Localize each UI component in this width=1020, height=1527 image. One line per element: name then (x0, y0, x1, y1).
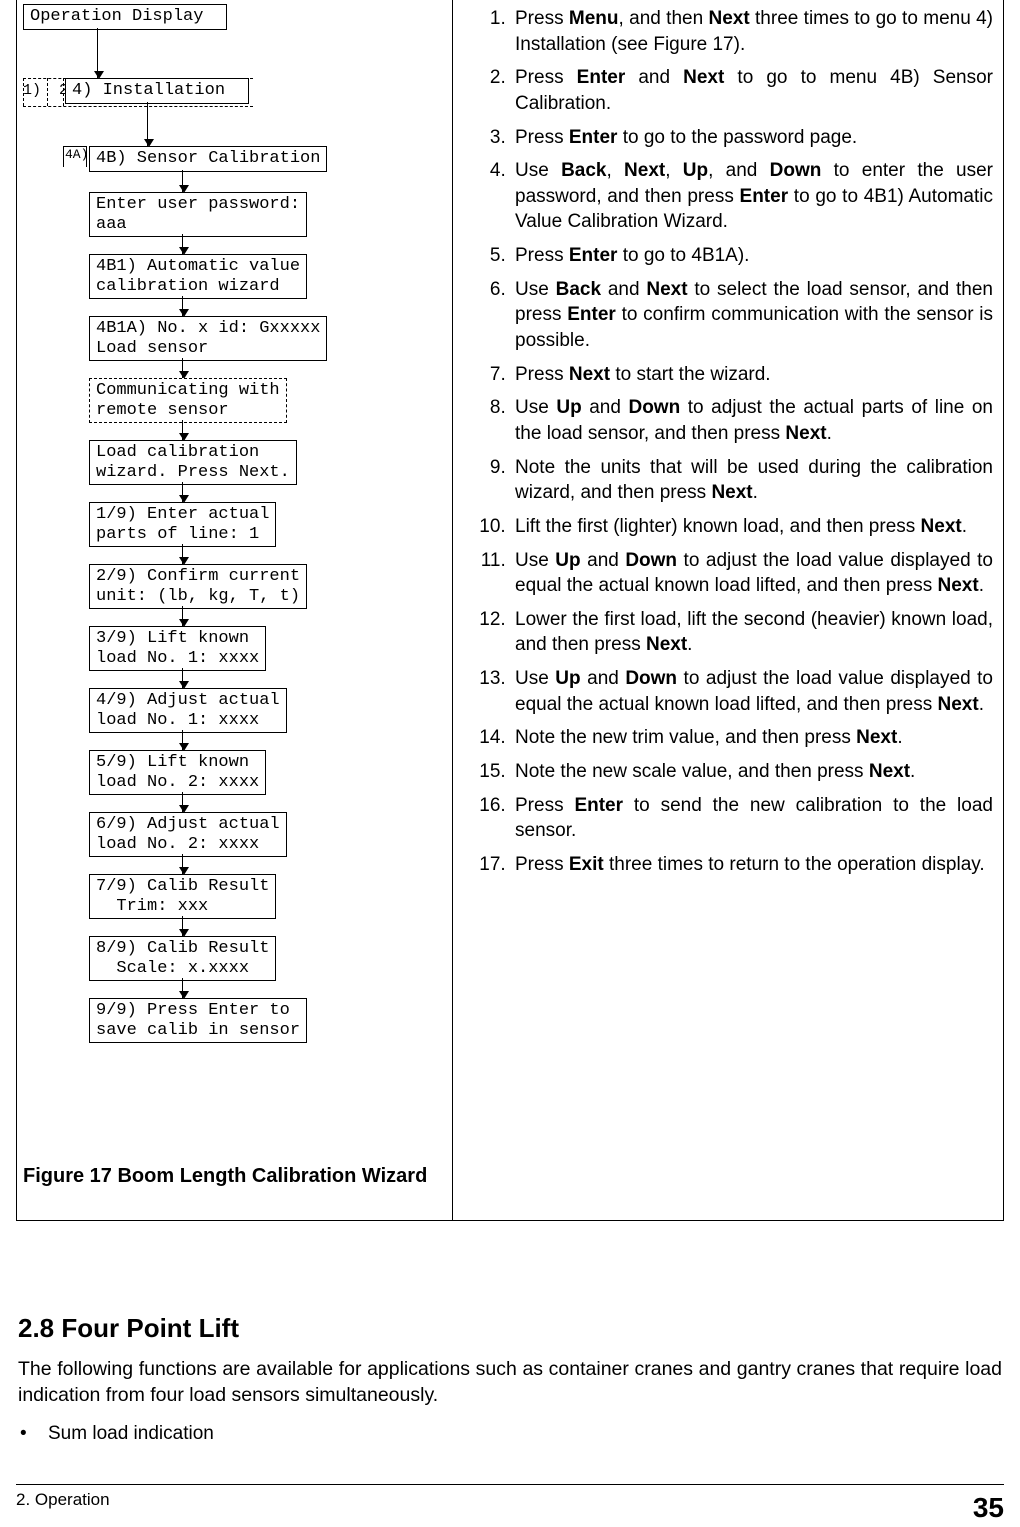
arrow-icon (182, 916, 183, 936)
page-number: 35 (973, 1489, 1004, 1527)
arrow-icon (97, 28, 98, 78)
instruction-step: Use Back and Next to select the load sen… (511, 277, 993, 354)
box-step7: 7/9) Calib Result Trim: xxx (89, 874, 276, 919)
figure-caption: Figure 17 Boom Length Calibration Wizard (23, 1163, 427, 1190)
box-operation-display: Operation Display (23, 4, 227, 30)
box-installation: 4) Installation (65, 78, 249, 104)
box-step9: 9/9) Press Enter to save calib in sensor (89, 998, 307, 1043)
arrow-icon (182, 978, 183, 998)
arrow-icon (147, 102, 148, 146)
instruction-step: Press Enter to go to 4B1A). (511, 243, 993, 269)
instruction-step: Press Enter and Next to go to menu 4B) S… (511, 65, 993, 116)
box-communicating: Communicating with remote sensor (89, 378, 287, 423)
flowchart-column: Operation Display 1) 2) 3) 4) Installati… (17, 0, 453, 1220)
arrow-icon (182, 358, 183, 378)
section-2-8: 2.8 Four Point Lift The following functi… (16, 1311, 1004, 1446)
instruction-step: Use Up and Down to adjust the load value… (511, 666, 993, 717)
arrow-icon (182, 170, 183, 192)
list-item: Sum load indication (18, 1421, 1002, 1447)
instruction-step: Press Menu, and then Next three times to… (511, 6, 993, 57)
instruction-step: Use Back, Next, Up, and Down to enter th… (511, 158, 993, 235)
instruction-step: Use Up and Down to adjust the actual par… (511, 395, 993, 446)
arrow-icon (182, 296, 183, 316)
arrow-icon (182, 420, 183, 440)
arrow-icon (182, 234, 183, 254)
bullet-list: Sum load indication (18, 1421, 1002, 1447)
instruction-step: Note the new scale value, and then press… (511, 759, 993, 785)
arrow-icon (182, 606, 183, 626)
box-load-wizard: Load calibration wizard. Press Next. (89, 440, 297, 485)
instruction-list: Press Menu, and then Next three times to… (471, 6, 993, 878)
box-enter-password: Enter user password: aaa (89, 192, 307, 237)
box-step5: 5/9) Lift known load No. 2: xxxx (89, 750, 266, 795)
instruction-step: Press Enter to go to the password page. (511, 125, 993, 151)
box-4b-sensor-calibration: 4B) Sensor Calibration (89, 146, 327, 172)
box-step8: 8/9) Calib Result Scale: x.xxxx (89, 936, 276, 981)
arrow-icon (182, 730, 183, 750)
section-paragraph: The following functions are available fo… (18, 1356, 1002, 1409)
box-step1: 1/9) Enter actual parts of line: 1 (89, 502, 276, 547)
box-step4: 4/9) Adjust actual load No. 1: xxxx (89, 688, 287, 733)
arrow-icon (182, 854, 183, 874)
instruction-step: Press Exit three times to return to the … (511, 852, 993, 878)
box-step3: 3/9) Lift known load No. 1: xxxx (89, 626, 266, 671)
instruction-step: Press Enter to send the new calibration … (511, 793, 993, 844)
instruction-step: Use Up and Down to adjust the load value… (511, 548, 993, 599)
instructions-column: Press Menu, and then Next three times to… (453, 0, 1003, 1220)
instruction-step: Lift the first (lighter) known load, and… (511, 514, 993, 540)
footer-left: 2. Operation (16, 1489, 110, 1527)
arrow-icon (182, 544, 183, 564)
instruction-step: Lower the first load, lift the second (h… (511, 607, 993, 658)
arrow-icon (182, 668, 183, 688)
arrow-icon (182, 482, 183, 502)
flowchart: Operation Display 1) 2) 3) 4) Installati… (17, 2, 452, 1122)
page-footer: 2. Operation 35 (16, 1484, 1004, 1527)
box-step6: 6/9) Adjust actual load No. 2: xxxx (89, 812, 287, 857)
two-column-container: Operation Display 1) 2) 3) 4) Installati… (16, 0, 1004, 1221)
arrow-icon (182, 792, 183, 812)
section-heading: 2.8 Four Point Lift (18, 1311, 1002, 1346)
instruction-step: Note the units that will be used during … (511, 455, 993, 506)
box-step2: 2/9) Confirm current unit: (lb, kg, T, t… (89, 564, 307, 609)
box-4b1: 4B1) Automatic value calibration wizard (89, 254, 307, 299)
instruction-step: Press Next to start the wizard. (511, 362, 993, 388)
instruction-step: Note the new trim value, and then press … (511, 725, 993, 751)
box-4b1a: 4B1A) No. x id: Gxxxxx Load sensor (89, 316, 327, 361)
